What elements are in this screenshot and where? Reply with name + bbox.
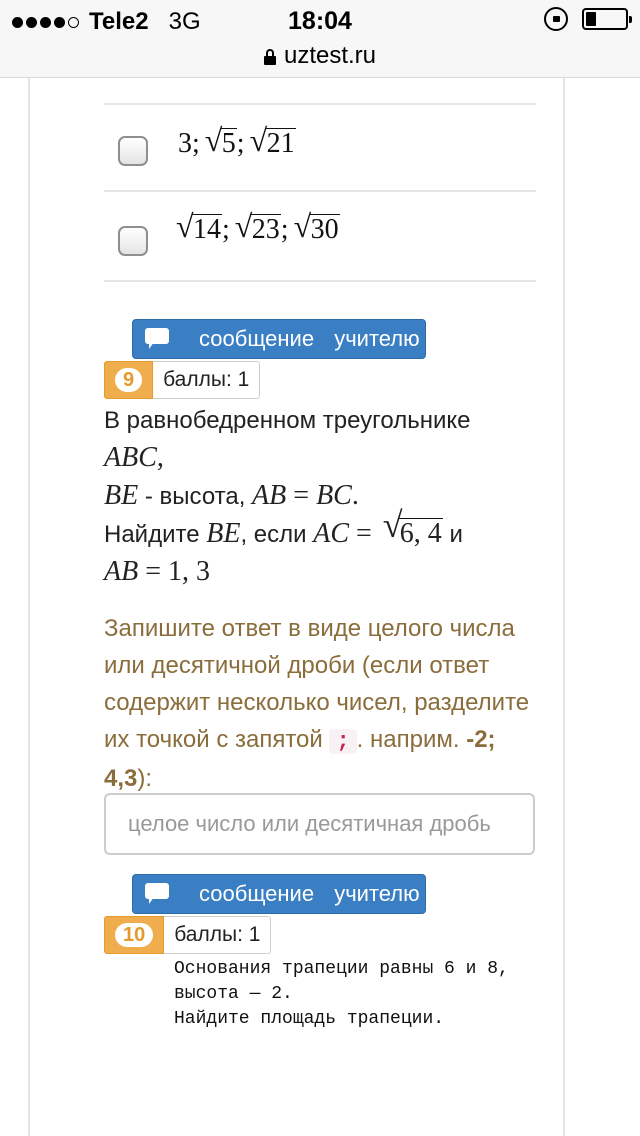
message-teacher-button[interactable]: сообщение учителю (132, 874, 426, 914)
battery-icon (582, 8, 632, 30)
text: - высота, (138, 483, 253, 510)
math-text: 3; (178, 128, 200, 159)
message-teacher-button[interactable]: сообщение учителю (132, 319, 426, 359)
radicand: 30 (309, 214, 340, 245)
sqrt-expression: 23 (235, 208, 281, 246)
semicolon-code: ; (329, 729, 357, 754)
address[interactable]: uztest.ru (263, 42, 376, 70)
math-text: , (156, 442, 164, 473)
math-text: ; (236, 128, 245, 159)
sqrt-expression: 21 (250, 122, 296, 160)
question-number-badge: 9 (104, 361, 154, 399)
url-bar[interactable]: uztest.ru (0, 40, 640, 78)
radicand: 6, 4 (398, 518, 443, 549)
math-var: ABC (104, 442, 157, 473)
math-text: = (286, 480, 317, 511)
status-bar: Tele2 3G 18:04 (0, 0, 640, 40)
url-text[interactable]: uztest.ru (284, 42, 376, 70)
option-checkbox[interactable] (118, 136, 148, 166)
answer-instruction: Запишите ответ в виде целого числа или д… (104, 610, 544, 797)
question-line: BE - высота, AB = BC. (104, 477, 544, 515)
question-line: Найдите BE, если AC = 6, 4 и (104, 507, 544, 553)
math-text: ; (280, 214, 289, 245)
math-var: AB (252, 480, 287, 511)
sqrt-expression: 30 (294, 208, 340, 246)
question-line: В равнобедренном треугольнике (104, 402, 544, 439)
text: Найдите (104, 521, 207, 548)
answer-option-2[interactable]: 14; 23; 30 (104, 194, 536, 282)
chat-bubble-icon (145, 883, 171, 905)
chat-bubble-icon (145, 328, 171, 350)
question-text: В равнобедренном треугольнике ABC, BE - … (104, 402, 544, 591)
math-var: AB (104, 556, 139, 587)
option-math: 14; 23; 30 (176, 208, 340, 246)
text: и (442, 521, 463, 548)
question-header: 10 баллы: 1 (104, 916, 272, 954)
question-text-image: Основания трапеции равны 6 и 8, высота —… (174, 959, 509, 1029)
radicand: 5 (220, 128, 237, 159)
question-line: ABC, (104, 439, 544, 477)
question-number: 10 (115, 923, 154, 947)
math-text: ; (222, 214, 230, 245)
math-text: 1, 3 (168, 556, 211, 587)
math-var: BE (206, 518, 241, 549)
page-border-left (28, 78, 30, 1136)
math-var: AC (313, 518, 349, 549)
math-text: . (351, 480, 359, 511)
radicand: 14 (192, 214, 222, 245)
math-text: = (138, 556, 169, 587)
text: , если (240, 521, 314, 548)
radicand: 21 (265, 128, 296, 159)
instruction-text: . наприм. (356, 726, 467, 753)
question-points: баллы: 1 (153, 361, 261, 399)
sqrt-expression: 6, 4 (383, 507, 443, 552)
padlock-icon (263, 49, 276, 65)
question-number-badge: 10 (104, 916, 165, 954)
orientation-lock-icon (544, 7, 568, 31)
option-math: 3; 5; 21 (178, 122, 296, 160)
question-line: AB = 1, 3 (104, 553, 544, 591)
message-teacher-label: сообщение учителю (199, 881, 420, 906)
radicand: 23 (250, 214, 281, 245)
math-var: BE (104, 480, 139, 511)
option-checkbox[interactable] (118, 226, 148, 256)
math-text: = (349, 518, 379, 549)
math-var: BC (316, 480, 352, 511)
answer-option-1[interactable]: 3; 5; 21 (104, 104, 536, 192)
status-right (544, 7, 632, 31)
instruction-text: ): (137, 765, 153, 792)
answer-input[interactable] (104, 793, 535, 855)
sqrt-expression: 14 (176, 208, 222, 246)
question-header: 9 баллы: 1 (104, 361, 261, 399)
message-teacher-label: сообщение учителю (199, 326, 420, 351)
page-border-right (563, 78, 565, 1136)
question-points: баллы: 1 (164, 916, 272, 954)
text: В равнобедренном треугольнике (104, 407, 471, 434)
sqrt-expression: 5 (205, 122, 237, 160)
question-number: 9 (115, 368, 143, 392)
